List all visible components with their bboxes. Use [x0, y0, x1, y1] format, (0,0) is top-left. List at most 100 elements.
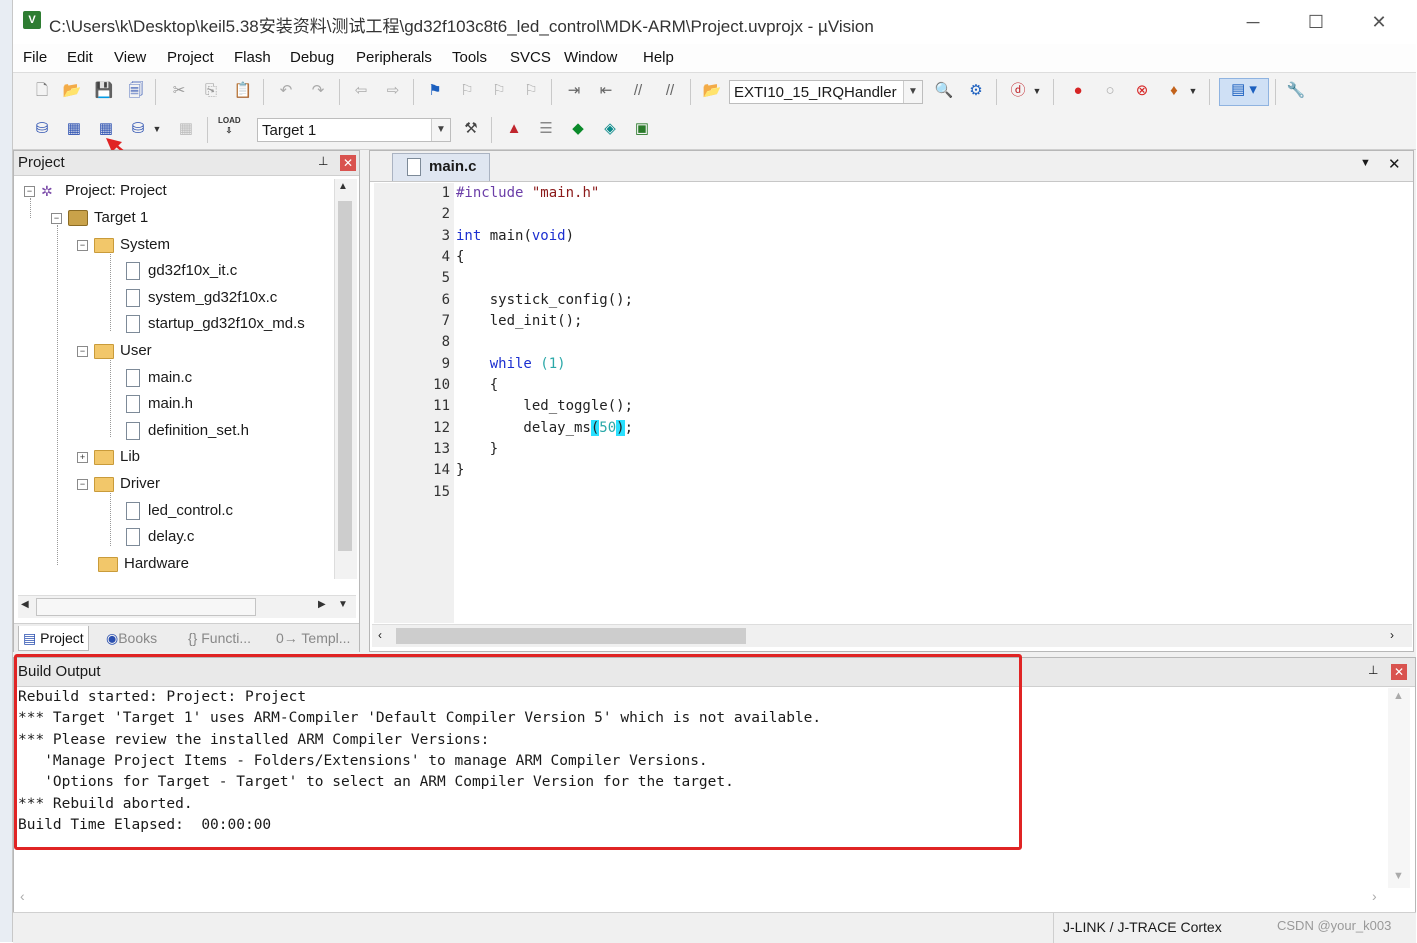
tab-main-c[interactable]: main.c	[392, 153, 490, 181]
chevron-down-icon[interactable]: ▼	[903, 81, 922, 103]
scroll-down-icon[interactable]: ▼	[1393, 870, 1404, 882]
select-packs-icon[interactable]: ◈	[599, 118, 621, 140]
collapse-icon[interactable]: −	[77, 478, 88, 490]
scroll-thumb[interactable]	[338, 201, 352, 551]
pack-installer-icon[interactable]: ◆	[567, 118, 589, 140]
translate-icon[interactable]: ⛁	[31, 118, 53, 140]
code-line[interactable]: delay_ms(50);	[456, 420, 633, 436]
breakpoint-icon[interactable]: ●	[1067, 80, 1089, 102]
code-line[interactable]: }	[456, 441, 498, 457]
close-button[interactable]: ✕	[1359, 8, 1399, 36]
chevron-down-icon[interactable]: ▼	[1360, 157, 1371, 169]
code-line[interactable]: while (1)	[456, 356, 566, 372]
scroll-right-icon[interactable]: ›	[1390, 628, 1394, 642]
disable-all-breakpoints-icon[interactable]: ⊗	[1131, 80, 1153, 102]
scroll-right-icon[interactable]: ›	[1372, 888, 1377, 904]
find-icon[interactable]: 🔍	[933, 80, 955, 102]
tree-item-group-hardware[interactable]: Hardware	[98, 552, 189, 576]
project-vertical-scrollbar[interactable]: ▲	[334, 179, 357, 579]
tree-item-file[interactable]: startup_gd32f10x_md.s	[126, 312, 305, 336]
menu-tools[interactable]: Tools	[452, 49, 487, 66]
tree-item-file[interactable]: gd32f10x_it.c	[126, 259, 237, 283]
tab-functions[interactable]: {} Functi...	[184, 626, 255, 650]
tree-item-file[interactable]: definition_set.h	[126, 419, 249, 443]
pin-icon[interactable]: ⊥	[318, 154, 328, 168]
kill-breakpoints-icon[interactable]: ♦	[1163, 80, 1185, 102]
disable-breakpoint-icon[interactable]: ○	[1099, 80, 1121, 102]
window-layout-icon[interactable]: ▤ ▾	[1219, 78, 1269, 106]
menu-window[interactable]: Window	[564, 49, 617, 66]
tree-item-file[interactable]: system_gd32f10x.c	[126, 286, 277, 310]
build-icon[interactable]: ▦	[63, 118, 85, 140]
chevron-down-icon[interactable]: ▼	[1187, 80, 1199, 102]
tree-item-target[interactable]: − Target 1	[51, 206, 148, 230]
navigate-back-icon[interactable]: ⇦	[350, 80, 372, 102]
code-line[interactable]: #include "main.h"	[456, 185, 599, 201]
unindent-icon[interactable]: ⇤	[595, 80, 617, 102]
menu-flash[interactable]: Flash	[234, 49, 271, 66]
collapse-icon[interactable]: −	[51, 212, 62, 224]
file-extensions-icon[interactable]: ▲	[503, 118, 525, 140]
scroll-left-icon[interactable]: ‹	[20, 888, 25, 904]
chevron-down-icon[interactable]: ▼	[431, 119, 450, 141]
stop-build-icon[interactable]: ▦	[175, 118, 197, 140]
new-file-icon[interactable]: 🗋	[31, 80, 53, 102]
incremental-find-icon[interactable]: ⚙	[965, 80, 987, 102]
tree-item-group-driver[interactable]: − Driver	[77, 472, 160, 496]
maximize-button[interactable]: ☐	[1296, 8, 1336, 36]
code-line[interactable]: int main(void)	[456, 228, 574, 244]
menu-help[interactable]: Help	[643, 49, 674, 66]
menu-edit[interactable]: Edit	[67, 49, 93, 66]
tree-item-file[interactable]: delay.c	[126, 525, 194, 549]
tree-item-file[interactable]: main.h	[126, 392, 193, 416]
paste-icon[interactable]: 📋	[232, 80, 254, 102]
undo-icon[interactable]: ↶	[275, 80, 297, 102]
scroll-up-icon[interactable]: ▲	[1393, 690, 1404, 702]
find-in-files-icon[interactable]: 📂	[701, 80, 723, 102]
navigate-forward-icon[interactable]: ⇨	[382, 80, 404, 102]
chevron-down-icon[interactable]: ▼	[338, 599, 348, 610]
indent-icon[interactable]: ⇥	[563, 80, 585, 102]
scroll-left-icon[interactable]: ◀	[21, 599, 29, 610]
scroll-thumb[interactable]	[36, 598, 256, 616]
uncomment-icon[interactable]: //	[659, 80, 681, 102]
save-icon[interactable]: 💾	[93, 80, 115, 102]
collapse-icon[interactable]: −	[77, 239, 88, 251]
tree-item-group-lib[interactable]: + Lib	[77, 445, 140, 469]
tree-item-file[interactable]: main.c	[126, 366, 192, 390]
tree-item-group-system[interactable]: − System	[77, 233, 170, 257]
scroll-left-icon[interactable]: ‹	[378, 628, 382, 642]
tab-project[interactable]: ▤ Project	[18, 626, 89, 651]
copy-icon[interactable]: ⎘	[200, 80, 222, 102]
tree-item-group-user[interactable]: − User	[77, 339, 152, 363]
editor-horizontal-scrollbar[interactable]: ‹ ›	[372, 624, 1412, 647]
menu-project[interactable]: Project	[167, 49, 214, 66]
code-line[interactable]: led_toggle();	[456, 398, 633, 414]
close-icon[interactable]: ✕	[1388, 155, 1401, 173]
menu-peripherals[interactable]: Peripherals	[356, 49, 432, 66]
close-panel-button[interactable]: ✕	[1391, 664, 1407, 680]
scroll-up-icon[interactable]: ▲	[338, 181, 348, 192]
clear-bookmarks-icon[interactable]: ⚐	[520, 80, 542, 102]
menu-file[interactable]: File	[23, 49, 47, 66]
code-line[interactable]: {	[456, 249, 464, 265]
close-panel-button[interactable]: ✕	[340, 155, 356, 171]
menu-debug[interactable]: Debug	[290, 49, 334, 66]
cut-icon[interactable]: ✂	[168, 80, 190, 102]
pin-icon[interactable]: ⊥	[1368, 663, 1378, 677]
collapse-icon[interactable]: −	[77, 345, 88, 357]
project-horizontal-scrollbar[interactable]: ◀ ▶ ▼	[18, 595, 356, 618]
debug-session-icon[interactable]: ⓓ	[1007, 80, 1029, 102]
open-folder-icon[interactable]: 📂	[61, 80, 83, 102]
redo-icon[interactable]: ↷	[307, 80, 329, 102]
minimize-button[interactable]: ─	[1233, 8, 1273, 36]
code-line[interactable]: systick_config();	[456, 292, 633, 308]
prev-bookmark-icon[interactable]: ⚐	[456, 80, 478, 102]
tree-item-project[interactable]: − ✲ Project: Project	[24, 179, 167, 203]
code-line[interactable]: led_init();	[456, 313, 583, 329]
bookmark-icon[interactable]: ⚑	[424, 80, 446, 102]
menu-svcs[interactable]: SVCS	[510, 49, 551, 66]
configure-icon[interactable]: 🔧	[1285, 80, 1307, 102]
expand-icon[interactable]: +	[77, 451, 88, 463]
tab-templates[interactable]: 0→ Templ...	[272, 626, 354, 650]
